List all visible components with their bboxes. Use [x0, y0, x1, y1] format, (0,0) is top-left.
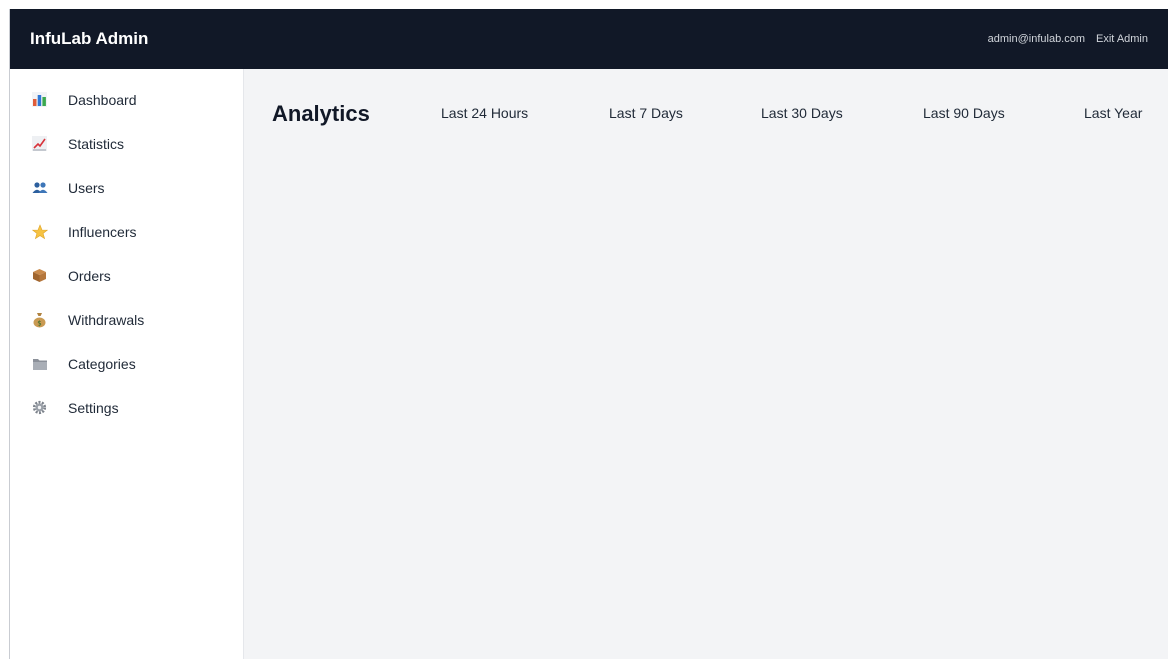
package-icon — [31, 267, 48, 284]
sidebar-item-label: Orders — [68, 268, 111, 284]
sidebar-item-label: Statistics — [68, 136, 125, 152]
app-window: InfuLab Admin admin@infulab.com Exit Adm… — [9, 9, 1168, 659]
sidebar-item-withdrawals[interactable]: $ Withdrawals — [10, 310, 243, 354]
sidebar-item-users[interactable]: Users — [10, 178, 243, 222]
sidebar-item-label: Users — [68, 180, 105, 196]
sidebar-item-orders[interactable]: Orders — [10, 266, 243, 310]
gear-icon — [31, 399, 48, 416]
main-content: Analytics Last 24 Hours Last 7 Days Last… — [244, 69, 1168, 659]
sidebar-item-label: Withdrawals — [68, 312, 145, 328]
top-bar: InfuLab Admin admin@infulab.com Exit Adm… — [10, 9, 1168, 69]
star-icon — [31, 223, 48, 240]
range-last-7-days[interactable]: Last 7 Days — [609, 103, 683, 123]
sidebar-item-statistics[interactable]: Statistics — [10, 134, 243, 178]
sidebar-item-label: Influencers — [68, 224, 137, 240]
range-last-30-days[interactable]: Last 30 Days — [761, 103, 843, 123]
top-bar-user-area: admin@infulab.com Exit Admin — [988, 9, 1148, 69]
bar-chart-icon — [31, 91, 48, 108]
money-bag-icon: $ — [31, 311, 48, 328]
page-title: Analytics — [272, 101, 370, 126]
sidebar-item-categories[interactable]: Categories — [10, 354, 243, 398]
chart-increasing-icon — [31, 135, 48, 152]
sidebar-item-dashboard[interactable]: Dashboard — [10, 90, 243, 134]
range-last-90-days[interactable]: Last 90 Days — [923, 103, 1005, 123]
sidebar-item-influencers[interactable]: Influencers — [10, 222, 243, 266]
folder-icon — [31, 355, 48, 372]
range-last-year[interactable]: Last Year — [1084, 103, 1142, 123]
sidebar-item-label: Settings — [68, 400, 119, 416]
sidebar-item-label: Dashboard — [68, 92, 137, 108]
users-icon — [31, 179, 48, 196]
exit-admin-link[interactable]: Exit Admin — [1096, 33, 1148, 45]
brand-title: InfuLab Admin — [30, 29, 149, 48]
sidebar-item-label: Categories — [68, 356, 136, 372]
user-email: admin@infulab.com — [987, 33, 1086, 45]
sidebar: Dashboard Statistics Users Influencers O… — [10, 69, 244, 659]
range-last-24-hours[interactable]: Last 24 Hours — [441, 103, 528, 123]
sidebar-nav: Dashboard Statistics Users Influencers O… — [10, 90, 243, 442]
sidebar-item-settings[interactable]: Settings — [10, 398, 243, 442]
svg-text:$: $ — [37, 319, 41, 327]
